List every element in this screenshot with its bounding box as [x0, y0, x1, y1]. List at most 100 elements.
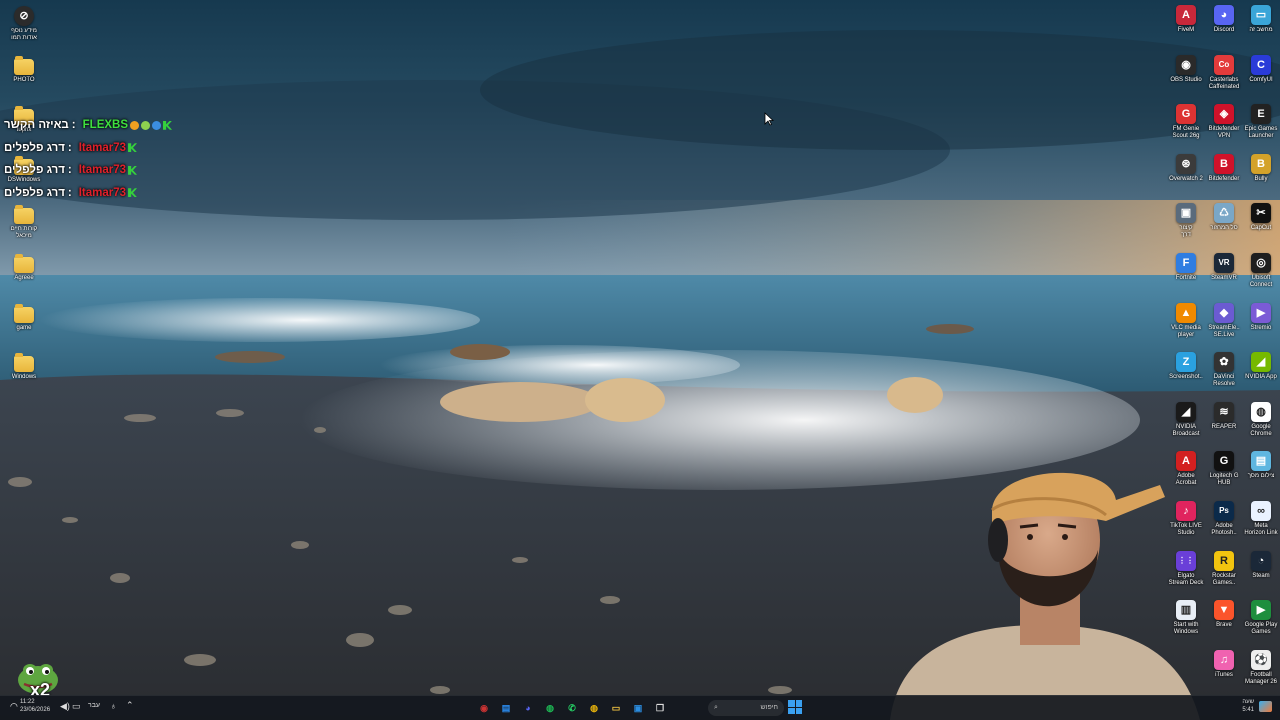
discord-taskbar-icon[interactable]: ◕	[519, 699, 537, 717]
desktop-icon-right-14[interactable]: ✂ CapCut	[1241, 203, 1280, 232]
desktop-icon-left-7[interactable]: Windows	[4, 353, 44, 381]
desktop-icon-right-20[interactable]: ▶ Stremio	[1241, 302, 1280, 332]
desktop-icon-label: REAPER	[1211, 423, 1237, 430]
pepe-emote: x2	[16, 656, 60, 700]
desktop-icon-right-10[interactable]: B Bitdefender	[1204, 153, 1244, 183]
desktop-icon-right-1[interactable]: ◕ Discord	[1204, 5, 1244, 34]
desktop-icon-label: FiveM	[1177, 27, 1195, 33]
chrome-taskbar-icon[interactable]: ◍	[585, 699, 603, 717]
taskbar-search-box[interactable]: ⌕ חיפוש	[708, 700, 784, 716]
desktop-icon-left-1[interactable]: PHOTO	[4, 56, 44, 84]
desktop-icon-left-4[interactable]: קורות חיים מיכאל	[4, 205, 44, 240]
google-play-games-icon: ▶	[1251, 600, 1271, 621]
kick-badge-icon	[128, 165, 138, 175]
desktop-icon-label: DaVinci Resolve	[1213, 374, 1235, 388]
kick-badge-icon	[128, 188, 138, 198]
desktop-icon-label: NVIDIA Broadcast	[1172, 423, 1200, 437]
recycle-bin-icon: ♺	[1214, 203, 1234, 224]
bitdefender-icon: B	[1214, 153, 1234, 174]
desktop-icon-right-38[interactable]: ▶ Google Play Games	[1241, 600, 1280, 636]
desktop-icon-right-26[interactable]: ◍ Google Chrome	[1241, 401, 1280, 438]
stream-chat-overlay: FLEXBS: באיזה הקשר Itamar73: דרג פלפלים Itam…	[4, 114, 204, 204]
desktop-icon-right-12[interactable]: ▣ קיצור דרך	[1166, 203, 1206, 239]
desktop-icon-right-4[interactable]: Co Casterlabs Caffeinated	[1204, 54, 1244, 91]
system-clock[interactable]: שעה 5:41	[1224, 698, 1254, 714]
chat-separator: :	[67, 186, 72, 199]
desktop-icon-label: StreamEle.. SE.Live	[1208, 324, 1240, 338]
desktop-icon-right-3[interactable]: ◉ OBS Studio	[1166, 54, 1206, 84]
search-placeholder: חיפוש	[760, 704, 778, 711]
store-taskbar-icon[interactable]: ▣	[629, 699, 647, 717]
desktop-icon-label: Ubisoft Connect	[1249, 275, 1273, 288]
task-view-taskbar-icon[interactable]: ❐	[651, 699, 669, 717]
desktop-icon-right-16[interactable]: VR SteamVR	[1204, 253, 1244, 282]
desktop-icon-right-41[interactable]: ⚽ Football Manager 26	[1241, 649, 1280, 686]
nvidia-broadcast-icon: ◢	[1176, 401, 1196, 422]
notification-icon[interactable]	[1259, 701, 1272, 712]
desktop-icon-right-9[interactable]: ⊛ Overwatch 2	[1166, 153, 1206, 183]
webcam-overlay	[890, 472, 1200, 720]
desktop-icon-right-40[interactable]: ♫ iTunes	[1204, 649, 1244, 679]
tray-left-clock[interactable]: 11:22 23/06/2026	[20, 698, 54, 714]
whatsapp-taskbar-icon[interactable]: ✆	[563, 699, 581, 717]
desktop-icon-right-24[interactable]: ◢ NVIDIA Broadcast	[1166, 401, 1206, 438]
folder-icon	[14, 56, 34, 75]
notes-taskbar-icon[interactable]: ▤	[497, 699, 515, 717]
language-indicator[interactable]: עבר	[88, 702, 100, 709]
chat-text: באיזה הקשר	[4, 119, 69, 132]
desktop-icon-right-32[interactable]: ∞ Meta Horizon Link	[1241, 501, 1280, 537]
desktop-icon-left-5[interactable]: Agreee	[4, 254, 44, 282]
desktop-icon-left-6[interactable]: game	[4, 304, 44, 332]
desktop-icon-right-19[interactable]: ◆ StreamEle.. SE.Live	[1204, 302, 1244, 339]
chat-text: דרג פלפלים	[4, 141, 65, 154]
desktop-icon-right-0[interactable]: A FiveM	[1166, 5, 1206, 34]
desktop-icon-right-2[interactable]: ▭ מחשב זה	[1241, 5, 1280, 34]
desktop-icon-label: Rockstar Games..	[1212, 572, 1236, 586]
desktop-icon-label: Adobe Photosh..	[1211, 523, 1237, 536]
spotify-taskbar-icon[interactable]: ◍	[541, 699, 559, 717]
folder-icon	[14, 205, 34, 224]
gift-badge-icon	[141, 120, 151, 130]
tray-left-date: 23/06/2026	[20, 707, 51, 713]
folder-icon	[14, 304, 34, 323]
desktop-icon-right-25[interactable]: ≋ REAPER	[1204, 401, 1244, 431]
obs-taskbar-icon[interactable]: ◉	[475, 699, 493, 717]
desktop-icon-right-6[interactable]: G FM Genie Scout 26g	[1166, 104, 1206, 140]
desktop-icon-left-0[interactable]: ⊘ מידע נוסף אודות תמו	[4, 6, 44, 42]
desktop-icon-label: CapCut	[1250, 225, 1272, 232]
desktop-icon-right-17[interactable]: ◎ Ubisoft Connect	[1241, 253, 1280, 289]
desktop-icon-right-11[interactable]: B Bully	[1241, 153, 1280, 183]
capcut-icon: ✂	[1251, 203, 1271, 224]
desktop-icon-right-29[interactable]: ▤ צילום מסך	[1241, 451, 1280, 480]
start-button[interactable]	[788, 700, 802, 714]
desktop-icon-right-37[interactable]: ▼ Brave	[1204, 600, 1244, 629]
desktop-icon-right-8[interactable]: E Epic Games Launcher	[1241, 104, 1280, 140]
desktop-icon-right-22[interactable]: ✿ DaVinci Resolve	[1204, 352, 1244, 388]
desktop-icon-right-28[interactable]: G Logitech G HUB	[1204, 451, 1244, 487]
desktop-icon-right-23[interactable]: ◢ NVIDIA App	[1241, 352, 1280, 381]
wifi-icon[interactable]: ◠	[10, 701, 18, 712]
desktop-icon-right-15[interactable]: F Fortnite	[1166, 253, 1206, 282]
volume-icon[interactable]: ◀)	[60, 701, 70, 712]
desktop-icon-right-35[interactable]: ◔ Steam	[1241, 550, 1280, 580]
chat-username: Itamar73	[78, 141, 127, 154]
game-shortcut-icon: ▣	[1176, 203, 1196, 224]
desktop-icon-right-34[interactable]: R Rockstar Games..	[1204, 550, 1244, 587]
desktop-icon-right-31[interactable]: Ps Adobe Photosh..	[1204, 501, 1244, 537]
reaper-icon: ≋	[1214, 401, 1234, 422]
fortnite-icon: F	[1176, 253, 1196, 273]
chrome-icon: ◍	[1251, 401, 1271, 422]
desktop-icon-right-7[interactable]: ◈ Bitdefender VPN	[1204, 104, 1244, 140]
windows-logo-icon	[788, 700, 795, 707]
desktop-icon-label: סל המחזור	[1210, 225, 1238, 232]
display-icon[interactable]: ▭	[72, 701, 81, 712]
show-hidden-icons-chevron-icon[interactable]: ⌃	[126, 700, 134, 711]
file-explorer-taskbar-icon[interactable]: ▭	[607, 699, 625, 717]
chat-message: Itamar73: דרג פלפלים	[4, 159, 204, 182]
desktop-icon-right-13[interactable]: ♺ סל המחזור	[1204, 203, 1244, 232]
desktop-icon-right-21[interactable]: Z Screenshot..	[1166, 352, 1206, 381]
desktop-icon-right-18[interactable]: ▲ VLC media player	[1166, 302, 1206, 339]
desktop-icon-label: Google Chrome	[1250, 423, 1272, 437]
microphone-icon[interactable]: ♁	[110, 701, 117, 711]
desktop-icon-right-5[interactable]: C ComfyUI	[1241, 54, 1280, 84]
